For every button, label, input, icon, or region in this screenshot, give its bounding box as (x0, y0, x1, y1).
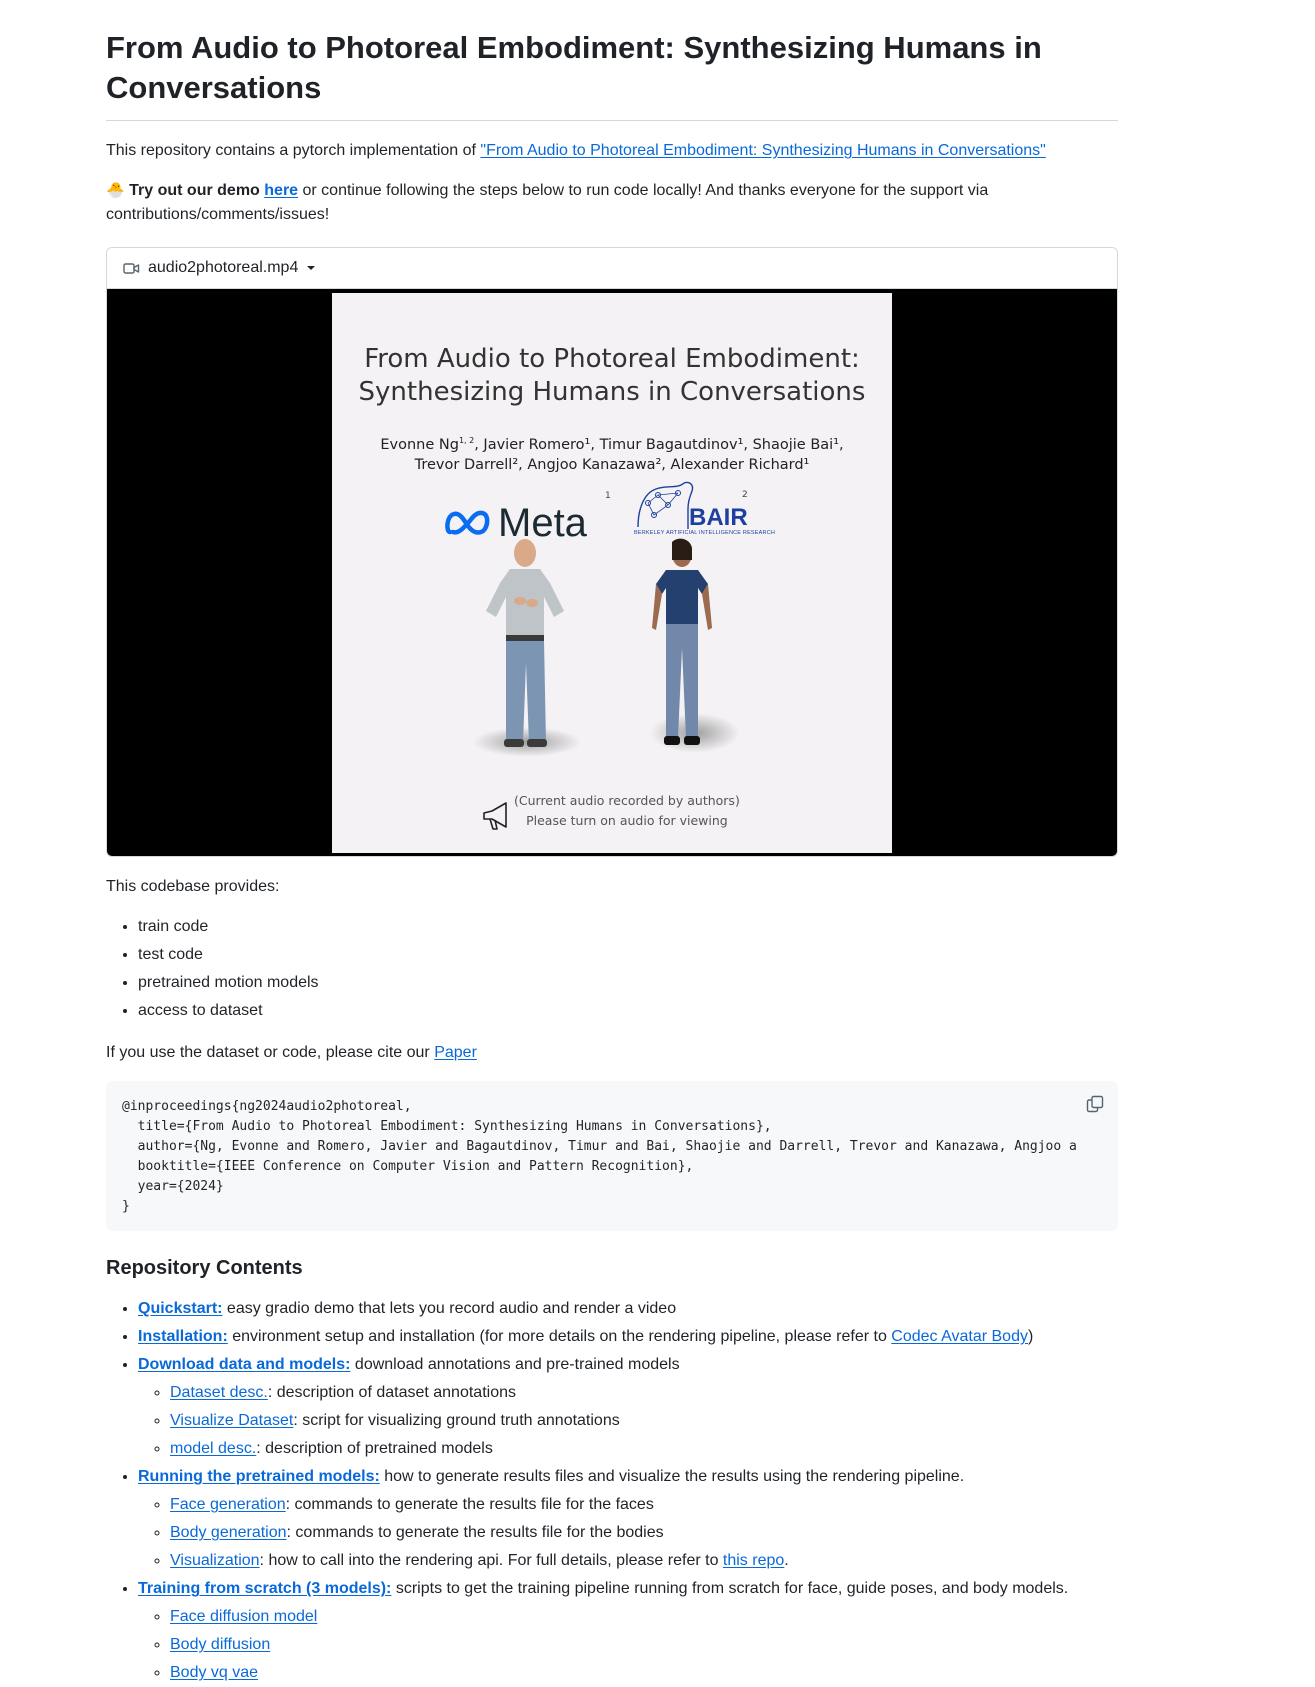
visualization-link[interactable]: Visualization (170, 1552, 260, 1569)
repository-contents-list: Quickstart: easy gradio demo that lets y… (106, 1295, 1118, 1687)
cite-paragraph: If you use the dataset or code, please c… (106, 1044, 477, 1061)
list-item: pretrained motion models (138, 969, 1118, 997)
list-item: Dataset desc.: description of dataset an… (170, 1379, 1118, 1407)
intro-paragraph: This repository contains a pytorch imple… (106, 139, 1118, 163)
body-diffusion-link[interactable]: Body diffusion (170, 1636, 270, 1653)
list-item: Download data and models: download annot… (138, 1351, 1118, 1463)
hatching-chick-icon: 🐣 (106, 182, 125, 199)
readme-content: From Audio to Photoreal Embodiment: Synt… (106, 0, 1118, 1687)
list-item: Body diffusion (170, 1631, 1118, 1659)
copy-icon[interactable] (1086, 1095, 1104, 1113)
list-item: Face diffusion model (170, 1603, 1118, 1631)
video-camera-icon (123, 262, 140, 275)
bibtex-code: @inproceedings{ng2024audio2photoreal, ti… (122, 1099, 1076, 1214)
bair-subtitle: BERKELEY ARTIFICIAL INTELLIGENCE RESEARC… (634, 530, 776, 536)
page-title: From Audio to Photoreal Embodiment: Synt… (106, 28, 1118, 121)
intro-text: This repository contains a pytorch imple… (106, 142, 481, 159)
installation-link[interactable]: Installation: (138, 1328, 228, 1345)
list-item: train code (138, 913, 1118, 941)
video-frame: From Audio to Photoreal Embodiment: Synt… (332, 293, 892, 853)
avatar-woman (652, 538, 712, 745)
provides-list: train code test code pretrained motion m… (106, 913, 1118, 1025)
model-desc-link[interactable]: model desc. (170, 1440, 256, 1457)
this-repo-link[interactable]: this repo (723, 1552, 784, 1569)
repository-contents-heading: Repository Contents (106, 1257, 303, 1279)
running-sublist: Face generation: commands to generate th… (138, 1491, 1118, 1575)
running-pretrained-link[interactable]: Running the pretrained models: (138, 1468, 380, 1485)
video-attachment: audio2photoreal.mp4 From Audio to Photor… (106, 247, 1118, 857)
list-item: Training from scratch (3 models): script… (138, 1575, 1118, 1687)
list-item: Body generation: commands to generate th… (170, 1519, 1118, 1547)
caret-down-icon[interactable] (306, 265, 316, 271)
list-item: Face generation: commands to generate th… (170, 1491, 1118, 1519)
megaphone-icon (483, 802, 507, 830)
slide-authors: Evonne Ng1, 2, Javier Romero¹, Timur Bag… (380, 436, 844, 473)
paper-link[interactable]: Paper (434, 1044, 477, 1061)
bibtex-code-block[interactable]: @inproceedings{ng2024audio2photoreal, ti… (106, 1081, 1118, 1231)
training-sublist: Face diffusion model Body diffusion Body… (138, 1603, 1118, 1687)
body-vq-vae-link[interactable]: Body vq vae (170, 1664, 258, 1681)
avatar-man (486, 539, 564, 747)
face-generation-link[interactable]: Face generation (170, 1496, 286, 1513)
list-item: Body vq vae (170, 1659, 1118, 1687)
audio-note: (Current audio recorded by authors) Plea… (514, 793, 740, 828)
list-item: Quickstart: easy gradio demo that lets y… (138, 1295, 1118, 1323)
readme-page: From Audio to Photoreal Embodiment: Synt… (0, 0, 1315, 1681)
slide-title: From Audio to Photoreal Embodiment: Synt… (358, 344, 866, 407)
demo-paragraph: 🐣 Try out our demo here or continue foll… (106, 179, 1118, 227)
video-file-header[interactable]: audio2photoreal.mp4 (107, 248, 1117, 289)
download-sublist: Dataset desc.: description of dataset an… (138, 1379, 1118, 1463)
visualize-dataset-link[interactable]: Visualize Dataset (170, 1412, 293, 1429)
video-player[interactable]: From Audio to Photoreal Embodiment: Synt… (107, 289, 1117, 856)
list-item: Installation: environment setup and inst… (138, 1323, 1118, 1351)
face-diffusion-link[interactable]: Face diffusion model (170, 1608, 317, 1625)
list-item: model desc.: description of pretrained m… (170, 1435, 1118, 1463)
video-filename: audio2photoreal.mp4 (148, 259, 299, 276)
demo-bold-text: Try out our demo (129, 182, 260, 199)
provides-heading: This codebase provides: (106, 878, 280, 895)
body-generation-link[interactable]: Body generation (170, 1524, 287, 1541)
download-link[interactable]: Download data and models: (138, 1356, 350, 1373)
quickstart-link[interactable]: Quickstart: (138, 1300, 222, 1317)
list-item: test code (138, 941, 1118, 969)
list-item: Visualize Dataset: script for visualizin… (170, 1407, 1118, 1435)
paper-title-link[interactable]: "From Audio to Photoreal Embodiment: Syn… (480, 142, 1045, 159)
codec-avatar-body-link[interactable]: Codec Avatar Body (891, 1328, 1028, 1345)
list-item: access to dataset (138, 997, 1118, 1025)
list-item: Visualization: how to call into the rend… (170, 1547, 1118, 1575)
training-link[interactable]: Training from scratch (3 models): (138, 1580, 391, 1597)
dataset-desc-link[interactable]: Dataset desc. (170, 1384, 268, 1401)
demo-link[interactable]: here (264, 182, 298, 199)
list-item: Running the pretrained models: how to ge… (138, 1463, 1118, 1575)
